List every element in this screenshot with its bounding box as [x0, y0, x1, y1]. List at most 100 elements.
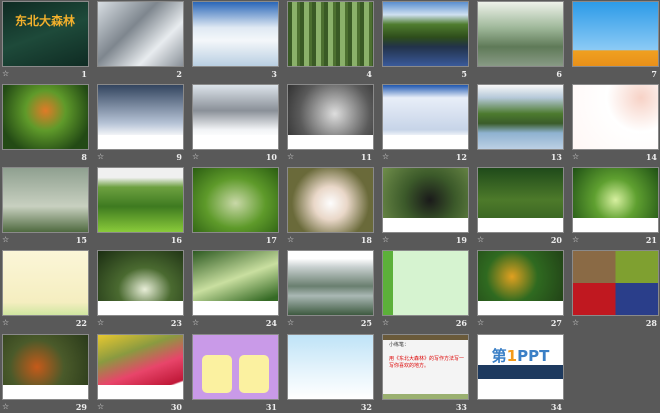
slide-caption-bar	[478, 218, 563, 232]
animation-star-icon[interactable]: ☆	[97, 402, 104, 411]
slide-15[interactable]: ☆ 15	[2, 167, 89, 246]
logo-band	[478, 365, 563, 379]
slide-32[interactable]: 32	[287, 334, 374, 413]
slide-caption-bar	[98, 135, 183, 149]
slide-thumbnail[interactable]	[97, 1, 184, 67]
slide-thumbnail[interactable]	[382, 1, 469, 67]
animation-star-icon[interactable]: ☆	[572, 152, 579, 161]
slide-thumbnail[interactable]: 第1PPT	[477, 334, 564, 400]
slide-23[interactable]: ☆ 23	[97, 250, 184, 329]
slide-thumbnail[interactable]	[192, 250, 279, 316]
slide-4[interactable]: 4	[287, 1, 374, 80]
slide-20[interactable]: ☆ 20	[477, 167, 564, 246]
slide-thumbnail[interactable]	[2, 167, 89, 233]
animation-star-icon[interactable]: ☆	[2, 402, 9, 411]
slide-25[interactable]: ☆ 25	[287, 250, 374, 329]
slide-thumbnail[interactable]	[477, 84, 564, 150]
animation-star-icon[interactable]: ☆	[287, 235, 294, 244]
slide-thumbnail[interactable]	[192, 84, 279, 150]
slide-26[interactable]: ☆ 26	[382, 250, 469, 329]
slide-12[interactable]: ☆ 12	[382, 84, 469, 163]
slide-thumbnail[interactable]	[192, 167, 279, 233]
slide-thumbnail[interactable]	[477, 167, 564, 233]
slide-number: 28	[645, 318, 657, 328]
slide-thumbnail[interactable]	[382, 250, 469, 316]
animation-star-icon[interactable]: ☆	[287, 318, 294, 327]
slide-thumbnail[interactable]	[97, 334, 184, 400]
slide-thumbnail[interactable]	[2, 84, 89, 150]
animation-star-icon[interactable]: ☆	[477, 318, 484, 327]
slide-5[interactable]: 5	[382, 1, 469, 80]
slide-33[interactable]: 小练笔： 用《东北大森林》的写作方法写一写你喜欢的地方。 33	[382, 334, 469, 413]
slide-thumbnail[interactable]	[2, 334, 89, 400]
slide-1[interactable]: 东北大森林 ☆ 1	[2, 1, 89, 80]
slide-18[interactable]: ☆ 18	[287, 167, 374, 246]
slide-28[interactable]: ☆ 28	[572, 250, 659, 329]
slide-thumbnail[interactable]	[572, 1, 659, 67]
slide-19[interactable]: ☆ 19	[382, 167, 469, 246]
slide-thumbnail[interactable]: 东北大森林	[2, 1, 89, 67]
slide-thumbnail[interactable]	[2, 250, 89, 316]
slide-number: 14	[645, 152, 657, 162]
slide-30[interactable]: ☆ 30	[97, 334, 184, 413]
slide-thumbnail[interactable]	[97, 84, 184, 150]
slide-29[interactable]: ☆ 29	[2, 334, 89, 413]
animation-star-icon[interactable]: ☆	[572, 318, 579, 327]
slide-thumbnail[interactable]	[97, 250, 184, 316]
animation-star-icon[interactable]: ☆	[97, 318, 104, 327]
slide-thumbnail[interactable]	[287, 84, 374, 150]
slide-number: 1	[81, 69, 87, 79]
slide-27[interactable]: ☆ 27	[477, 250, 564, 329]
slide-number: 21	[645, 235, 657, 245]
animation-star-icon[interactable]: ☆	[477, 235, 484, 244]
slide-thumbnail[interactable]	[192, 334, 279, 400]
slide-thumbnail[interactable]	[572, 167, 659, 233]
slide-thumbnail[interactable]	[192, 1, 279, 67]
slide-11[interactable]: ☆ 11	[287, 84, 374, 163]
slide-24[interactable]: ☆ 24	[192, 250, 279, 329]
slide-34[interactable]: 第1PPT 34	[477, 334, 564, 413]
animation-star-icon[interactable]: ☆	[382, 318, 389, 327]
slide-7[interactable]: 7	[572, 1, 659, 80]
slide-thumbnail[interactable]	[382, 84, 469, 150]
slide-14[interactable]: ☆ 14	[572, 84, 659, 163]
slide-number: 22	[75, 318, 87, 328]
animation-star-icon[interactable]: ☆	[382, 235, 389, 244]
slide-thumbnail[interactable]	[287, 167, 374, 233]
animation-star-icon[interactable]: ☆	[97, 152, 104, 161]
animation-star-icon[interactable]: ☆	[192, 152, 199, 161]
animation-star-icon[interactable]: ☆	[2, 318, 9, 327]
slide-8[interactable]: 8	[2, 84, 89, 163]
slide-number: 8	[81, 152, 87, 162]
slide-thumbnail[interactable]	[97, 167, 184, 233]
slide-thumbnail[interactable]	[572, 84, 659, 150]
slide-caption-bar	[98, 385, 183, 399]
slide-22[interactable]: ☆ 22	[2, 250, 89, 329]
animation-star-icon[interactable]: ☆	[192, 318, 199, 327]
slide-thumbnail[interactable]	[477, 1, 564, 67]
slide-thumbnail[interactable]: 小练笔： 用《东北大森林》的写作方法写一写你喜欢的地方。	[382, 334, 469, 400]
slide-6[interactable]: 6	[477, 1, 564, 80]
slide-thumbnail[interactable]	[287, 334, 374, 400]
slide-13[interactable]: 13	[477, 84, 564, 163]
slide-16[interactable]: 16	[97, 167, 184, 246]
slide-10[interactable]: ☆ 10	[192, 84, 279, 163]
slide-thumbnail[interactable]	[287, 250, 374, 316]
animation-star-icon[interactable]: ☆	[2, 69, 9, 78]
slide-thumbnail[interactable]	[572, 250, 659, 316]
slide-3[interactable]: 3	[192, 1, 279, 80]
slide-31[interactable]: 31	[192, 334, 279, 413]
slide-thumbnail[interactable]	[382, 167, 469, 233]
animation-star-icon[interactable]: ☆	[572, 235, 579, 244]
slide-21[interactable]: ☆ 21	[572, 167, 659, 246]
animation-star-icon[interactable]: ☆	[2, 235, 9, 244]
slide-9[interactable]: ☆ 9	[97, 84, 184, 163]
slide-2[interactable]: 2	[97, 1, 184, 80]
slide-number: 3	[271, 69, 277, 79]
slide-thumbnail[interactable]	[287, 1, 374, 67]
animation-star-icon[interactable]: ☆	[382, 152, 389, 161]
animation-star-icon[interactable]: ☆	[287, 152, 294, 161]
slide-17[interactable]: 17	[192, 167, 279, 246]
slide-caption-bar	[98, 301, 183, 315]
slide-thumbnail[interactable]	[477, 250, 564, 316]
